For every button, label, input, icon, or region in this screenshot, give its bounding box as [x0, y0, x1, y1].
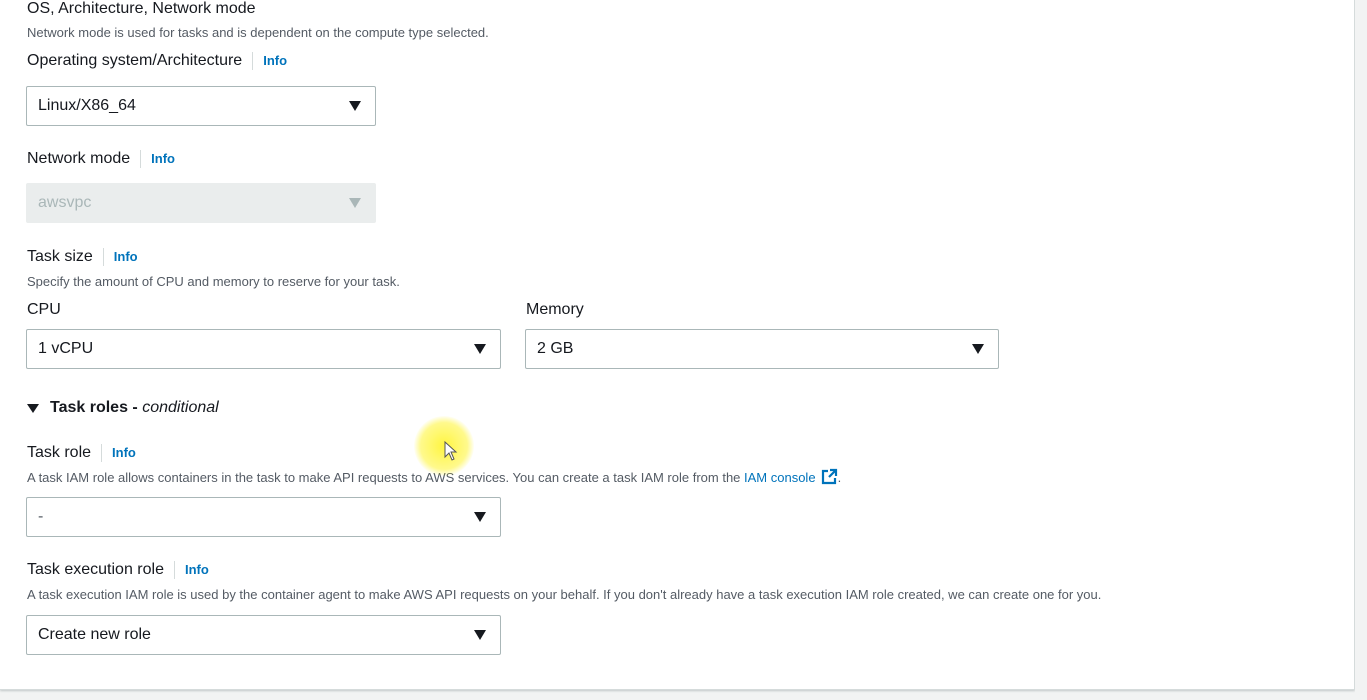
caret-down-icon: [349, 198, 361, 208]
memory-label: Memory: [526, 301, 584, 318]
scrollbar[interactable]: [1355, 0, 1367, 700]
caret-down-icon: [27, 403, 39, 413]
iam-console-link[interactable]: IAM console: [744, 470, 816, 485]
memory-select-value: 2 GB: [537, 340, 574, 357]
os-arch-select[interactable]: Linux/X86_64: [26, 86, 376, 126]
caret-down-icon: [474, 344, 486, 354]
task-size-info-link[interactable]: Info: [102, 248, 138, 266]
task-role-description-end: .: [837, 470, 842, 485]
task-role-select[interactable]: -: [26, 497, 501, 537]
os-arch-select-value: Linux/X86_64: [38, 97, 136, 114]
network-mode-select: awsvpc: [26, 183, 376, 223]
caret-down-icon: [349, 101, 361, 111]
mouse-pointer-icon: [444, 441, 458, 461]
task-role-label: Task role Info: [27, 443, 136, 463]
task-execution-role-select-value: Create new role: [38, 626, 151, 643]
task-roles-title: Task roles -: [50, 399, 138, 416]
task-execution-role-label-text: Task execution role: [27, 561, 164, 578]
os-arch-info-link[interactable]: Info: [252, 52, 287, 70]
cpu-select-value: 1 vCPU: [38, 340, 94, 357]
task-role-select-value: -: [38, 508, 44, 525]
task-definition-panel: OS, Architecture, Network mode Network m…: [0, 0, 1355, 690]
network-mode-label: Network mode Info: [27, 149, 175, 169]
task-execution-role-label: Task execution role Info: [27, 560, 209, 580]
task-size-label: Task size Info: [27, 247, 138, 267]
task-role-info-link[interactable]: Info: [101, 444, 136, 462]
section-description: Network mode is used for tasks and is de…: [27, 25, 489, 40]
cpu-select[interactable]: 1 vCPU: [26, 329, 501, 369]
cpu-label: CPU: [27, 301, 61, 318]
os-arch-label-text: Operating system/Architecture: [27, 52, 243, 69]
network-mode-label-text: Network mode: [27, 150, 131, 167]
network-mode-select-value: awsvpc: [38, 194, 92, 211]
network-mode-info-link[interactable]: Info: [140, 150, 175, 168]
task-roles-expander[interactable]: Task roles - conditional: [27, 399, 219, 417]
task-size-label-text: Task size: [27, 248, 93, 265]
caret-down-icon: [972, 344, 984, 354]
section-title: OS, Architecture, Network mode: [27, 0, 256, 17]
task-role-description-text: A task IAM role allows containers in the…: [27, 470, 745, 485]
caret-down-icon: [474, 630, 486, 640]
caret-down-icon: [474, 512, 486, 522]
task-execution-role-description: A task execution IAM role is used by the…: [27, 587, 1102, 602]
task-size-description: Specify the amount of CPU and memory to …: [27, 274, 400, 289]
task-role-label-text: Task role: [27, 444, 92, 461]
task-execution-role-select[interactable]: Create new role: [26, 615, 501, 655]
task-roles-conditional: conditional: [142, 399, 219, 416]
os-arch-label: Operating system/Architecture Info: [27, 51, 287, 71]
memory-select[interactable]: 2 GB: [525, 329, 999, 369]
task-execution-role-info-link[interactable]: Info: [173, 561, 209, 579]
external-link-icon[interactable]: [820, 468, 838, 486]
